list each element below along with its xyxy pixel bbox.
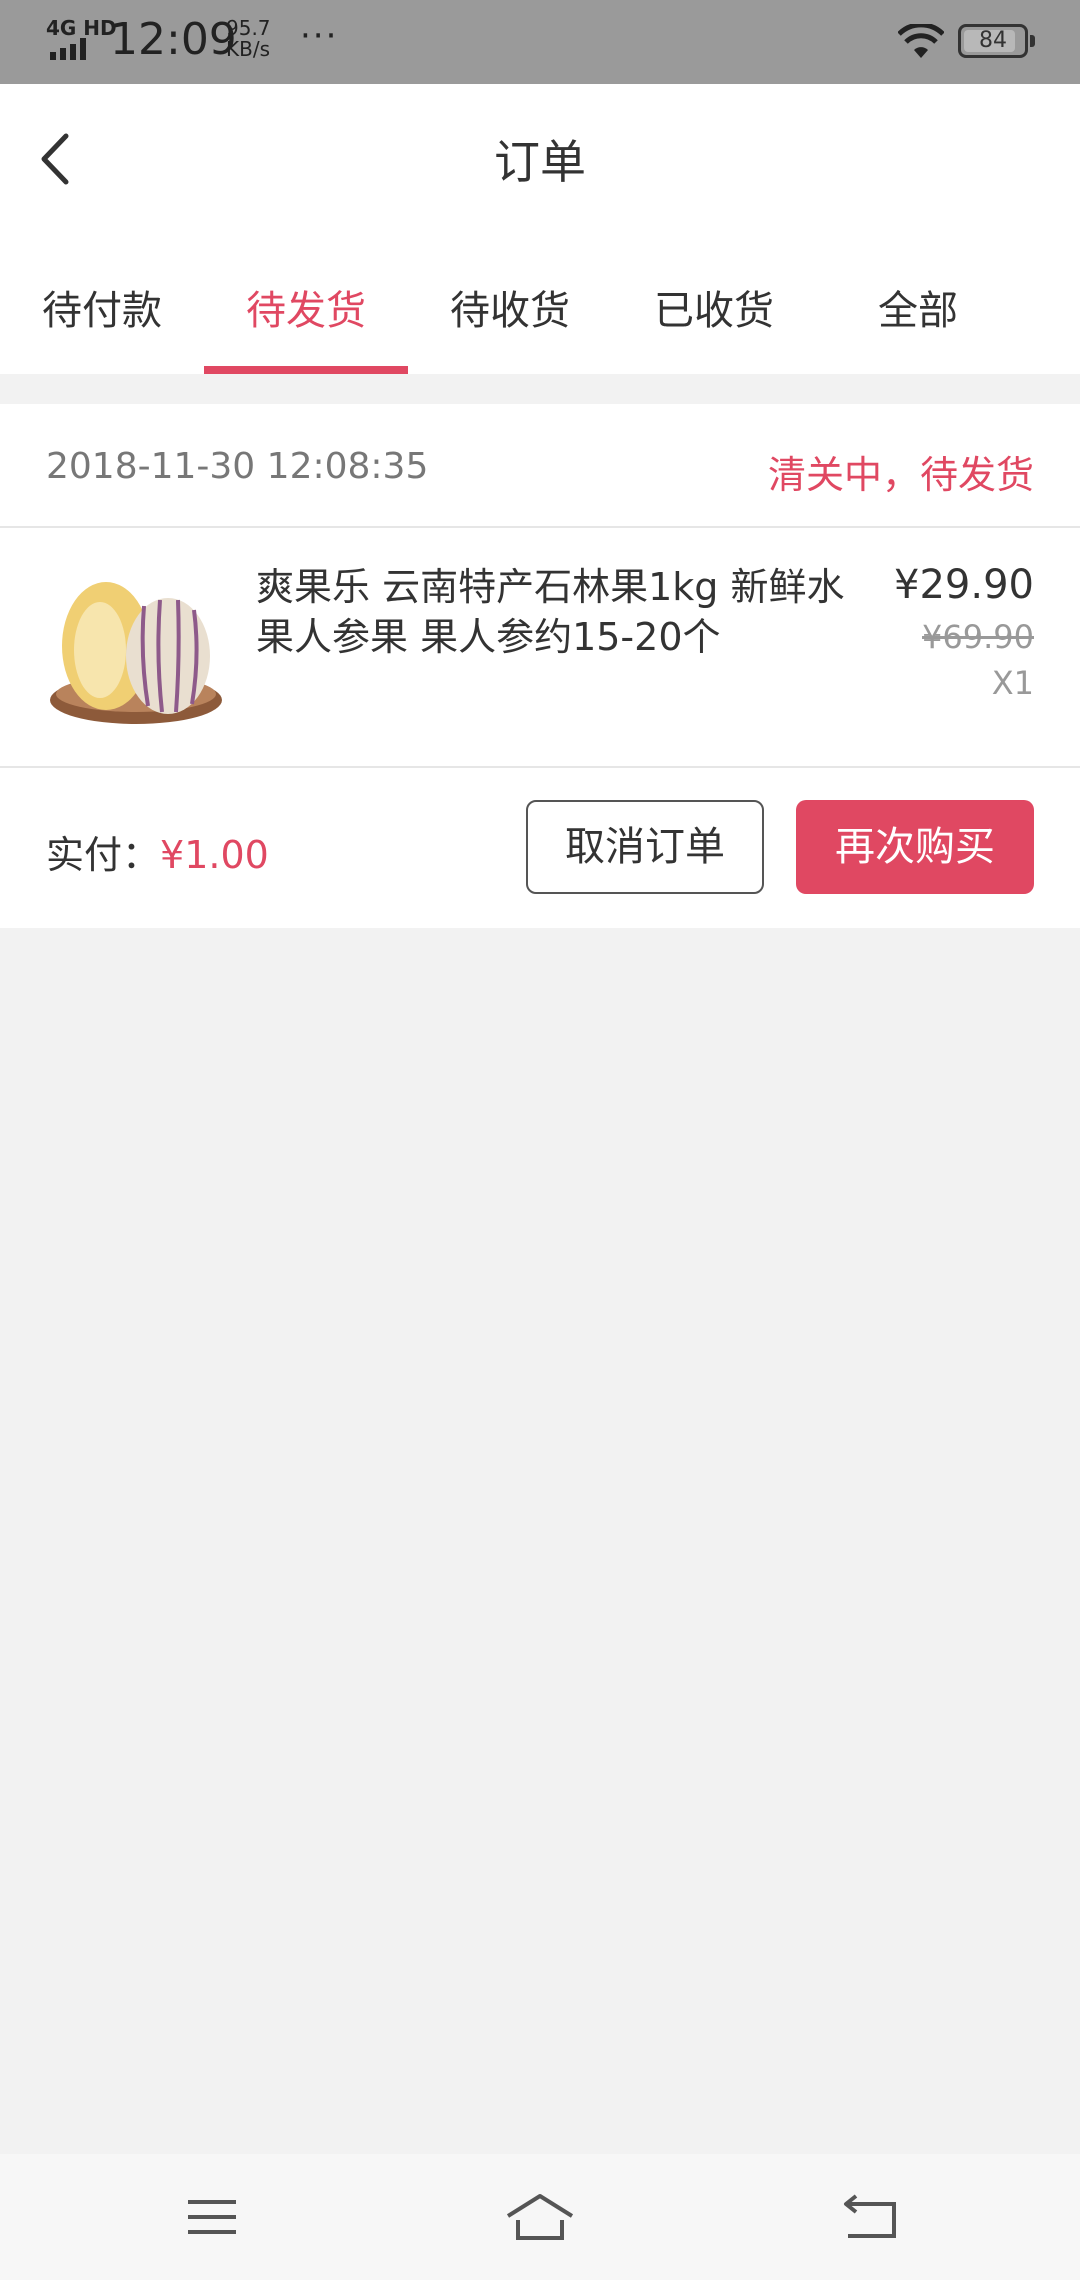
paid-total: 实付：¥1.00 xyxy=(46,824,269,879)
product-quantity: X1 xyxy=(991,664,1034,702)
network-label: 4G HD xyxy=(46,16,117,40)
tab-all[interactable]: 全部 xyxy=(816,224,1020,374)
order-card[interactable]: 2018-11-30 12:08:35 清关中，待发货 爽果乐 云南特产石林果1… xyxy=(0,404,1080,928)
order-status: 清关中，待发货 xyxy=(767,453,1034,497)
tab-pending-shipment[interactable]: 待发货 xyxy=(204,224,408,374)
tab-received[interactable]: 已收货 xyxy=(612,224,816,374)
more-notifications: ··· xyxy=(300,16,339,56)
tab-pending-payment[interactable]: 待付款 xyxy=(0,224,204,374)
cancel-order-button[interactable]: 取消订单 xyxy=(526,800,764,894)
clock: 12:09 xyxy=(110,14,237,65)
paid-amount: ¥1.00 xyxy=(160,833,269,877)
product-original-price: ¥69.90 xyxy=(922,618,1034,656)
product-price: ¥29.90 xyxy=(894,562,1034,608)
order-tabs: 待付款 待发货 待收货 已收货 全部 xyxy=(0,224,1080,374)
status-bar: 4G HD 12:09 95.7 KB/s ··· 84 xyxy=(0,0,1080,84)
order-footer: 实付：¥1.00 取消订单 再次购买 xyxy=(0,768,1080,926)
product-title[interactable]: 爽果乐 云南特产石林果1kg 新鲜水果人参果 果人参约15-20个 xyxy=(256,562,856,662)
home-icon[interactable] xyxy=(504,2190,576,2244)
speed-unit: KB/s xyxy=(226,37,270,61)
buy-again-button[interactable]: 再次购买 xyxy=(796,800,1034,894)
battery-level: 84 xyxy=(979,28,1007,53)
system-nav-bar xyxy=(0,2154,1080,2280)
menu-icon[interactable] xyxy=(182,2190,242,2244)
tab-pending-receipt[interactable]: 待收货 xyxy=(408,224,612,374)
page-header: 订单 xyxy=(0,84,1080,224)
battery-icon: 84 xyxy=(958,24,1035,58)
speed-value: 95.7 xyxy=(226,16,271,40)
back-icon[interactable] xyxy=(842,2190,902,2244)
order-item[interactable]: 爽果乐 云南特产石林果1kg 新鲜水果人参果 果人参约15-20个 ¥29.90… xyxy=(0,528,1080,768)
order-time: 2018-11-30 12:08:35 xyxy=(46,446,429,487)
order-header: 2018-11-30 12:08:35 清关中，待发货 xyxy=(0,404,1080,528)
product-thumbnail xyxy=(50,582,222,724)
wifi-icon xyxy=(898,24,944,58)
paid-label: 实付： xyxy=(46,833,161,877)
page-title: 订单 xyxy=(494,135,586,189)
network-speed: 95.7 KB/s xyxy=(226,18,271,60)
order-screen: 4G HD 12:09 95.7 KB/s ··· 84 订单 待付款 待发货 … xyxy=(0,0,1080,2280)
signal-icon xyxy=(50,38,86,60)
